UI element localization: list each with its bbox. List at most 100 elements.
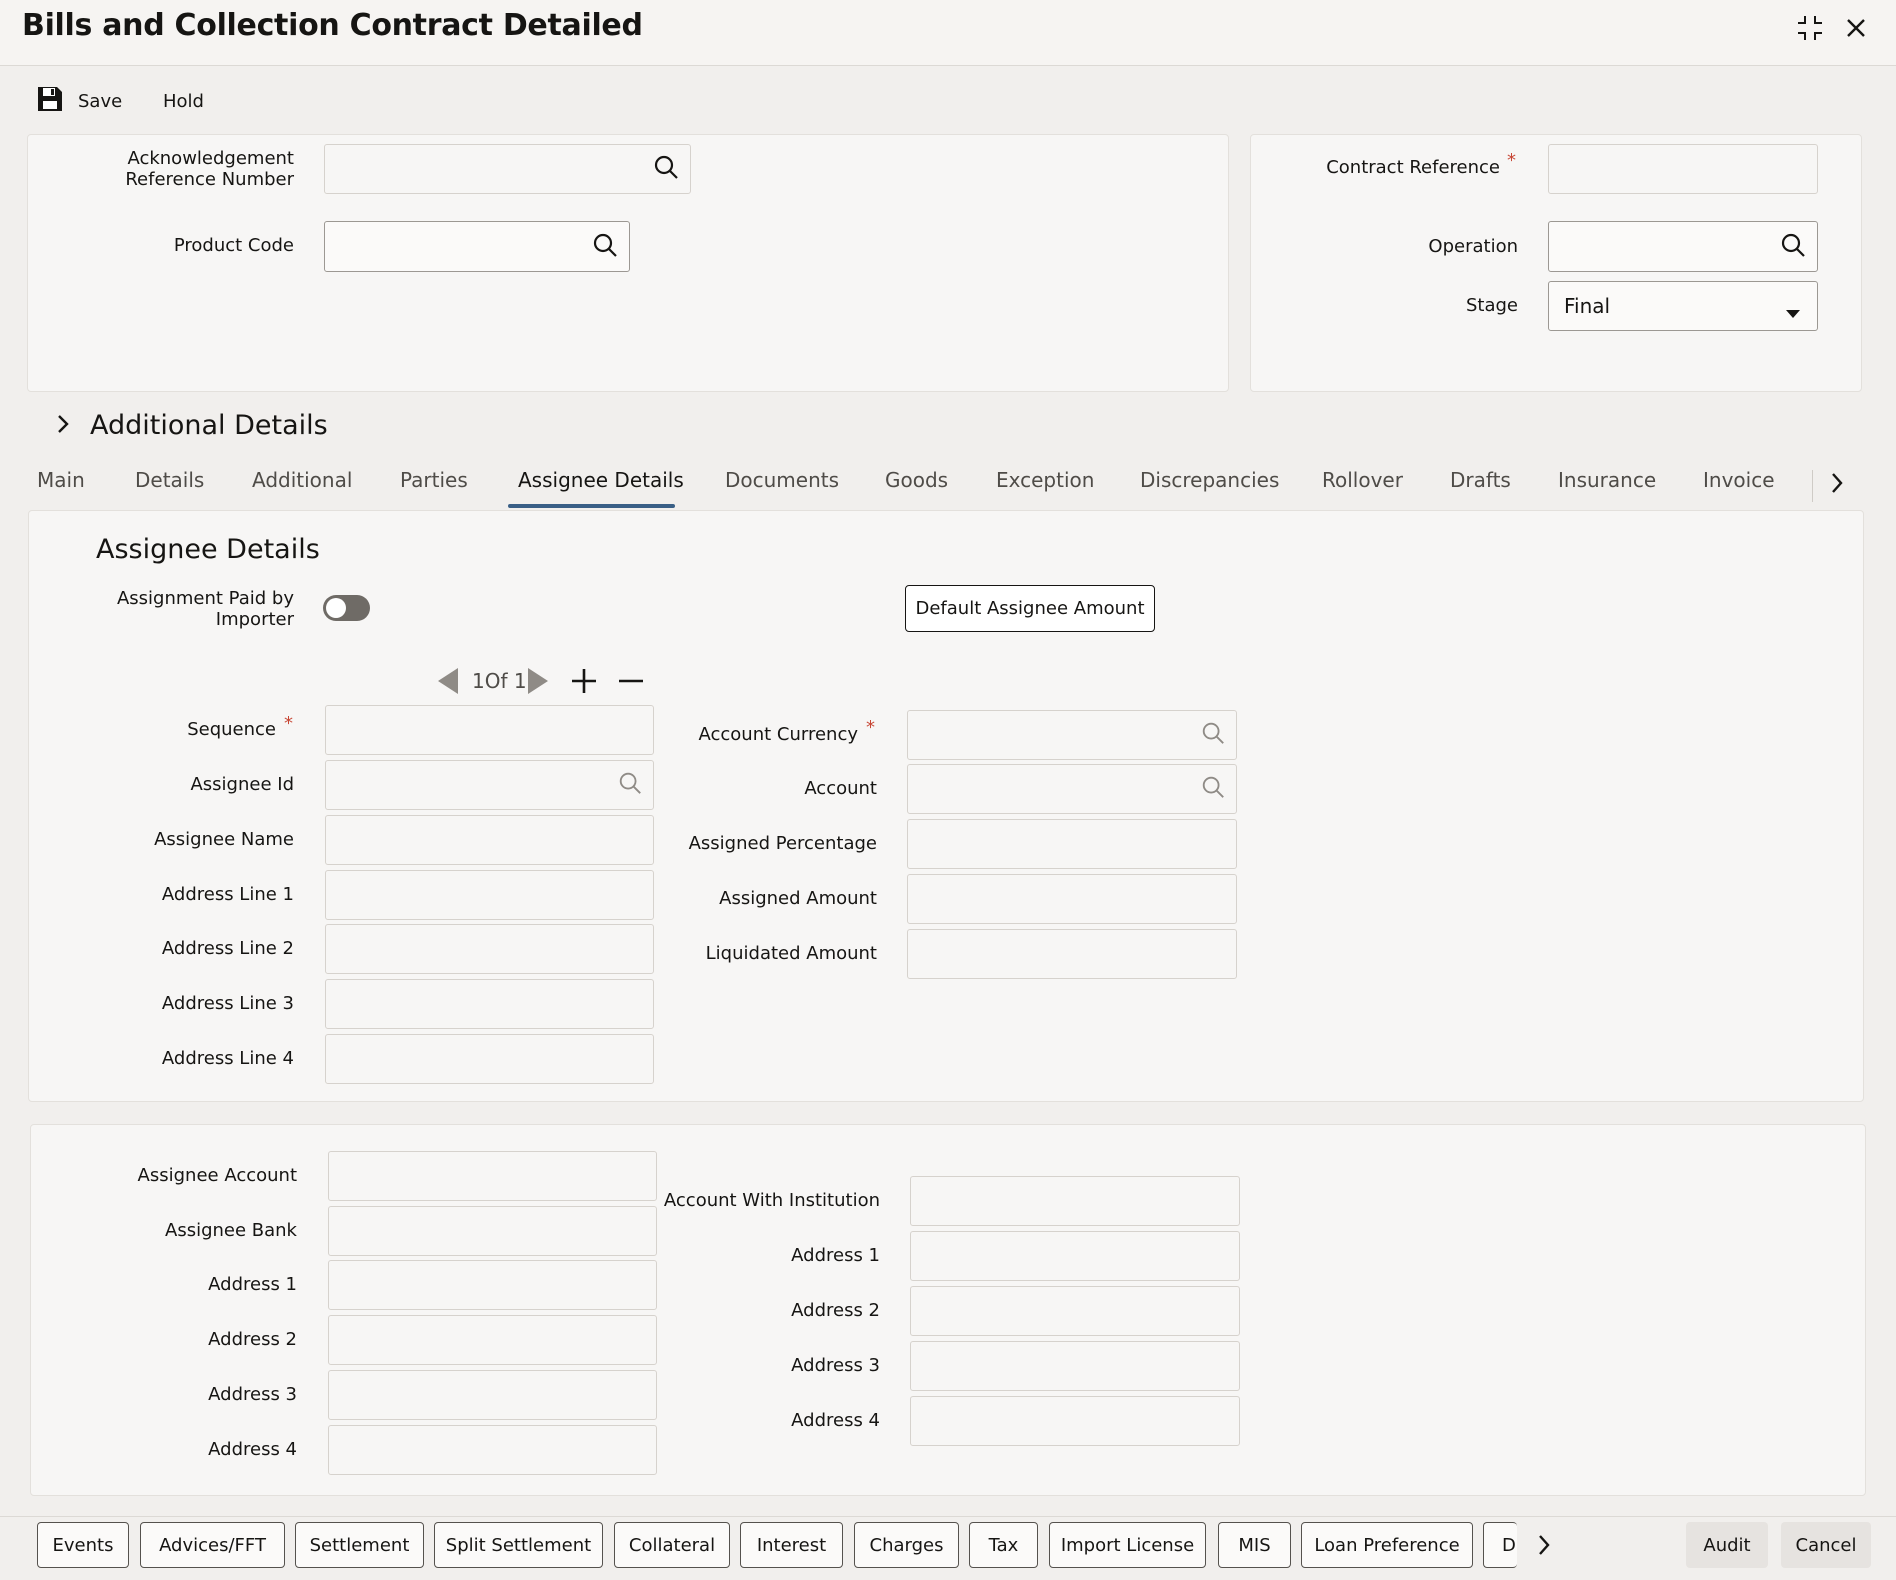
tab-drafts[interactable]: Drafts (1450, 468, 1511, 508)
chevron-right-icon[interactable] (1830, 472, 1844, 498)
tab-discrepancies[interactable]: Discrepancies (1140, 468, 1279, 508)
pager-label: 1Of 1 (472, 669, 527, 693)
assignee-id-label: Assignee Id (190, 774, 294, 795)
collapse-icon[interactable] (1792, 10, 1828, 46)
tax-button[interactable]: Tax (969, 1522, 1038, 1568)
assignee-account-input[interactable] (328, 1151, 657, 1201)
bank-address-1-input[interactable] (328, 1260, 657, 1310)
bank-address-3-input[interactable] (328, 1370, 657, 1420)
audit-button[interactable]: Audit (1686, 1522, 1768, 1568)
search-icon[interactable] (617, 770, 643, 800)
account-input[interactable] (907, 764, 1237, 814)
tab-assignee-details[interactable]: Assignee Details (518, 468, 684, 508)
previous-record-icon[interactable] (436, 666, 460, 700)
save-button[interactable]: Save (36, 84, 122, 118)
ack-ref-label: Acknowledgement Reference Number (125, 148, 294, 190)
assignee-name-label: Assignee Name (154, 829, 294, 850)
search-icon[interactable] (1779, 231, 1807, 263)
toggle-knob (326, 598, 346, 618)
required-marker: * (284, 713, 293, 734)
tab-parties[interactable]: Parties (400, 468, 468, 508)
bank-address-2-label: Address 2 (208, 1329, 297, 1350)
bank-address-2-input[interactable] (328, 1315, 657, 1365)
address-line-3-label: Address Line 3 (161, 993, 294, 1014)
advices-fft-button[interactable]: Advices/FFT (140, 1522, 285, 1568)
assignee-id-input[interactable] (325, 760, 654, 810)
account-currency-label: Account Currency (698, 724, 859, 745)
stage-value: Final (1564, 294, 1611, 318)
close-icon[interactable] (1838, 10, 1874, 46)
ack-ref-input[interactable] (324, 144, 691, 194)
mis-button[interactable]: MIS (1218, 1522, 1291, 1568)
search-icon[interactable] (652, 153, 680, 185)
awi-address-1-input[interactable] (910, 1231, 1240, 1281)
more-footer-button[interactable]: D (1483, 1522, 1517, 1568)
page-title: Bills and Collection Contract Detailed (22, 8, 643, 43)
sequence-label: Sequence (187, 719, 276, 740)
account-with-institution-label: Account With Institution (663, 1190, 880, 1211)
events-button[interactable]: Events (37, 1522, 129, 1568)
liquidated-amount-label: Liquidated Amount (705, 943, 877, 964)
collateral-button[interactable]: Collateral (614, 1522, 730, 1568)
awi-address-4-input[interactable] (910, 1396, 1240, 1446)
awi-address-3-label: Address 3 (791, 1355, 880, 1376)
search-icon[interactable] (1200, 720, 1226, 750)
account-currency-input[interactable] (907, 710, 1237, 760)
paid-by-importer-label: Assignment Paid by Importer (116, 588, 294, 630)
cancel-button[interactable]: Cancel (1781, 1522, 1871, 1568)
operation-label: Operation (1428, 236, 1518, 257)
tab-details[interactable]: Details (135, 468, 204, 508)
address-line-2-input[interactable] (325, 924, 654, 974)
assignee-bank-label: Assignee Bank (165, 1220, 297, 1241)
assignee-name-input[interactable] (325, 815, 654, 865)
interest-button[interactable]: Interest (740, 1522, 843, 1568)
address-line-4-input[interactable] (325, 1034, 654, 1084)
awi-address-2-label: Address 2 (791, 1300, 880, 1321)
product-code-input[interactable] (324, 221, 630, 272)
liquidated-amount-input[interactable] (907, 929, 1237, 979)
additional-details-toggle[interactable]: Additional Details (56, 410, 328, 441)
account-with-institution-input[interactable] (910, 1176, 1240, 1226)
search-icon[interactable] (591, 231, 619, 263)
split-settlement-button[interactable]: Split Settlement (434, 1522, 603, 1568)
tab-exception[interactable]: Exception (996, 468, 1094, 508)
awi-address-1-label: Address 1 (791, 1245, 880, 1266)
tab-documents[interactable]: Documents (725, 468, 839, 508)
search-icon[interactable] (1200, 774, 1226, 804)
default-assignee-amount-button[interactable]: Default Assignee Amount (905, 585, 1155, 632)
chevron-right-icon[interactable] (1537, 1534, 1551, 1560)
tab-invoice[interactable]: Invoice (1703, 468, 1775, 508)
contract-reference-input[interactable] (1548, 144, 1818, 194)
stage-label: Stage (1465, 295, 1518, 316)
address-line-1-input[interactable] (325, 870, 654, 920)
tab-insurance[interactable]: Insurance (1558, 468, 1656, 508)
product-code-label: Product Code (173, 235, 294, 256)
address-line-2-label: Address Line 2 (161, 938, 294, 959)
delete-row-icon[interactable] (617, 667, 645, 699)
settlement-button[interactable]: Settlement (295, 1522, 424, 1568)
import-license-button[interactable]: Import License (1049, 1522, 1206, 1568)
loan-preference-button[interactable]: Loan Preference (1301, 1522, 1473, 1568)
assigned-percentage-input[interactable] (907, 819, 1237, 869)
charges-button[interactable]: Charges (854, 1522, 959, 1568)
awi-address-4-label: Address 4 (791, 1410, 880, 1431)
stage-select[interactable]: Final (1548, 281, 1818, 331)
operation-input[interactable] (1548, 221, 1818, 272)
sequence-input[interactable] (325, 705, 654, 755)
address-line-3-input[interactable] (325, 979, 654, 1029)
assignee-bank-input[interactable] (328, 1206, 657, 1256)
tab-additional[interactable]: Additional (252, 468, 352, 508)
tab-rollover[interactable]: Rollover (1322, 468, 1403, 508)
bank-address-4-input[interactable] (328, 1425, 657, 1475)
assigned-amount-input[interactable] (907, 874, 1237, 924)
caret-down-icon (1785, 300, 1801, 324)
next-record-icon[interactable] (526, 666, 550, 700)
add-row-icon[interactable] (570, 667, 598, 699)
hold-button[interactable]: Hold (163, 84, 204, 118)
awi-address-3-input[interactable] (910, 1341, 1240, 1391)
tab-goods[interactable]: Goods (885, 468, 948, 508)
section-title: Assignee Details (96, 534, 320, 565)
awi-address-2-input[interactable] (910, 1286, 1240, 1336)
tab-main[interactable]: Main (37, 468, 85, 508)
required-marker: * (1507, 150, 1516, 171)
